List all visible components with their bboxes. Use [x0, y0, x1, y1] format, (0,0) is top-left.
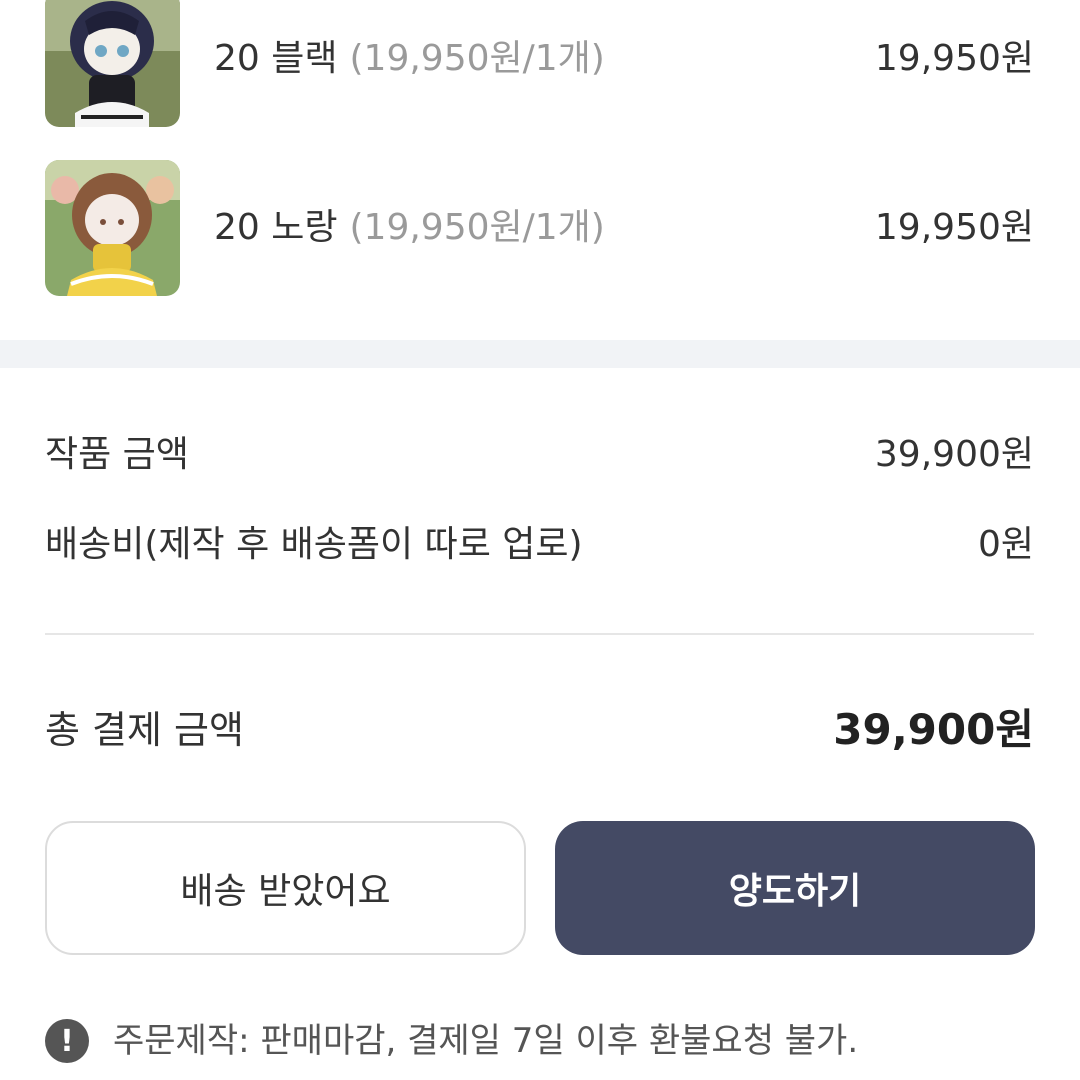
total-amount-row: 총 결제 금액 39,900원 — [45, 702, 1034, 758]
delivery-received-button[interactable]: 배송 받았어요 — [45, 821, 526, 955]
notice-text: 주문제작: 판매마감, 결제일 7일 이후 환불요청 불가. — [113, 1021, 859, 1061]
section-separator — [0, 340, 1080, 368]
item-name-line: 20 노랑 (19,950원/1개) — [214, 204, 605, 252]
shipping-fee-row: 배송비(제작 후 배송폼이 따로 업로) 0원 — [45, 520, 1034, 570]
item-price: 19,950원 — [874, 207, 1034, 248]
shipping-fee-value: 0원 — [977, 524, 1034, 565]
order-item[interactable]: 20 블랙 (19,950원/1개) 19,950원 — [0, 0, 1080, 127]
total-amount-value: 39,900원 — [833, 705, 1034, 754]
divider — [45, 633, 1034, 635]
item-name: 20 노랑 — [214, 207, 338, 248]
exclamation-icon: ! — [45, 1019, 89, 1063]
product-amount-row: 작품 금액 39,900원 — [45, 430, 1034, 480]
item-unit-price: (19,950원/1개) — [349, 38, 605, 79]
product-thumbnail[interactable] — [45, 0, 180, 127]
item-price: 19,950원 — [874, 38, 1034, 79]
item-name-line: 20 블랙 (19,950원/1개) — [214, 35, 605, 83]
item-unit-price: (19,950원/1개) — [349, 207, 605, 248]
order-item[interactable]: 20 노랑 (19,950원/1개) 19,950원 — [0, 160, 1080, 296]
refund-notice: ! 주문제작: 판매마감, 결제일 7일 이후 환불요청 불가. — [45, 1018, 1045, 1064]
product-thumbnail[interactable] — [45, 160, 180, 296]
item-name: 20 블랙 — [214, 38, 338, 79]
shipping-fee-label: 배송비(제작 후 배송폼이 따로 업로) — [45, 524, 583, 565]
order-detail-page: 20 블랙 (19,950원/1개) 19,950원 20 노랑 (19,950원/… — [0, 0, 1080, 1080]
transfer-button[interactable]: 양도하기 — [555, 821, 1035, 955]
doll-black-outfit-icon — [45, 0, 180, 127]
product-amount-value: 39,900원 — [874, 434, 1034, 475]
total-amount-label: 총 결제 금액 — [45, 708, 244, 752]
doll-yellow-outfit-icon — [45, 160, 180, 296]
product-amount-label: 작품 금액 — [45, 434, 189, 475]
